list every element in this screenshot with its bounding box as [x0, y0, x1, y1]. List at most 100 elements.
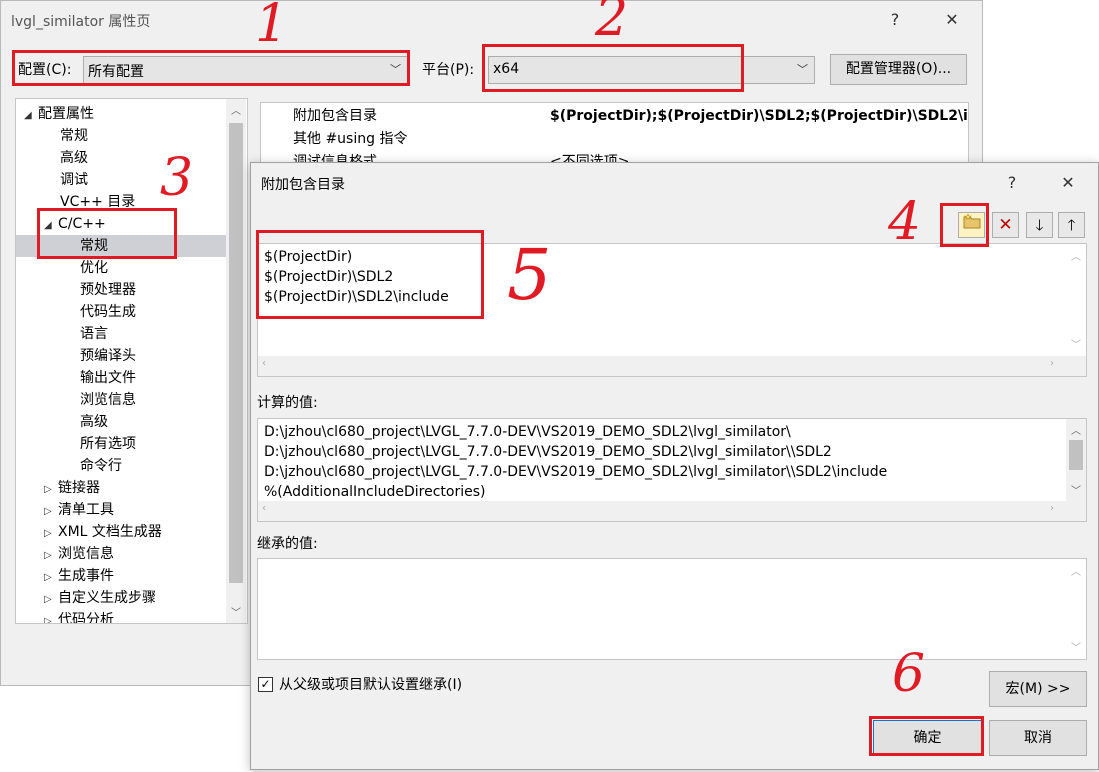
scroll-down-icon[interactable]: ﹀: [1066, 482, 1086, 497]
scroll-up-icon[interactable]: ︿: [1066, 422, 1086, 437]
expand-right-icon[interactable]: ▷: [44, 611, 58, 623]
computed-scrollbar[interactable]: ︿ ﹀: [1066, 419, 1086, 501]
tree-item[interactable]: 代码生成: [16, 301, 226, 323]
annotation-box-4: [940, 203, 989, 247]
macro-button[interactable]: 宏(M) >>: [989, 671, 1087, 707]
property-tree[interactable]: ◢ 配置属性 常规 高级 调试 VC++ 目录 ◢ C/C++ 常规 优化 预处理器 代码生成 语言 预编…: [15, 98, 248, 624]
cancel-button[interactable]: 取消: [989, 720, 1087, 756]
chevron-down-icon: ﹀: [797, 63, 808, 76]
tree-item[interactable]: ▷ 生成事件: [16, 565, 226, 587]
scroll-thumb[interactable]: [1069, 440, 1083, 470]
expand-down-icon[interactable]: ◢: [24, 105, 38, 127]
tree-item[interactable]: 输出文件: [16, 367, 226, 389]
tree-item[interactable]: ▷ 链接器: [16, 477, 226, 499]
tree-scrollbar[interactable]: ︿ ﹀: [226, 99, 246, 623]
inherited-label: 继承的值:: [257, 536, 318, 552]
prop-value: $(ProjectDir);$(ProjectDir)\SDL2;$(Proje…: [550, 108, 968, 124]
inherited-scrollbar[interactable]: ︿ ﹀: [1066, 559, 1086, 659]
tree-item-label: 浏览信息: [58, 546, 114, 562]
tree-item[interactable]: ▷ XML 文档生成器: [16, 521, 226, 543]
scroll-thumb[interactable]: [229, 123, 243, 583]
expand-right-icon[interactable]: ▷: [44, 479, 58, 501]
tree-item[interactable]: ◢ 配置属性: [16, 103, 226, 125]
prop-name: 附加包含目录: [293, 108, 377, 124]
scroll-down-icon[interactable]: ﹀: [226, 604, 246, 619]
tree-item[interactable]: ▷ 浏览信息: [16, 543, 226, 565]
scroll-up-icon[interactable]: ︿: [1066, 248, 1086, 263]
tree-item-label: 代码生成: [80, 304, 136, 320]
inherited-values-box[interactable]: ︿ ﹀: [257, 558, 1087, 660]
scroll-up-icon[interactable]: ︿: [226, 102, 246, 117]
tree-item[interactable]: 调试: [16, 169, 226, 191]
scroll-down-icon[interactable]: ﹀: [1066, 336, 1086, 351]
inherit-checkbox[interactable]: ✓: [258, 677, 273, 692]
help-icon[interactable]: ?: [884, 9, 906, 31]
expand-right-icon[interactable]: ▷: [44, 567, 58, 589]
tree-item-label: 清单工具: [58, 502, 114, 518]
close-icon[interactable]: ✕: [941, 9, 963, 31]
computed-line: %(AdditionalIncludeDirectories): [264, 484, 486, 500]
tree-item-label: 自定义生成步骤: [58, 590, 156, 606]
annotation-number-6: 6: [892, 644, 926, 704]
tree-item-label: 浏览信息: [80, 392, 136, 408]
tree-item-label: 高级: [80, 414, 108, 430]
computed-line: D:\jzhou\cl680_project\LVGL_7.7.0-DEV\VS…: [264, 464, 888, 480]
list-scrollbar[interactable]: ︿ ﹀: [1066, 244, 1086, 356]
scroll-down-icon[interactable]: ﹀: [1066, 639, 1086, 654]
prop-name: 其他 #using 指令: [293, 131, 408, 147]
tree-item[interactable]: ▷ 代码分析: [16, 609, 226, 624]
tree-item[interactable]: 预编译头: [16, 345, 226, 367]
tree-item[interactable]: 预处理器: [16, 279, 226, 301]
tree-item-label: 高级: [60, 150, 88, 166]
expand-right-icon[interactable]: ▷: [44, 501, 58, 523]
computed-values-box[interactable]: D:\jzhou\cl680_project\LVGL_7.7.0-DEV\VS…: [257, 418, 1087, 522]
tree-item-label: 优化: [80, 260, 108, 276]
tree-item-label: 命令行: [80, 458, 122, 474]
tree-item-label: 配置属性: [38, 106, 94, 122]
tree-item[interactable]: 优化: [16, 257, 226, 279]
computed-label: 计算的值:: [257, 395, 318, 411]
move-up-icon[interactable]: 🡑: [1058, 212, 1085, 238]
expand-right-icon[interactable]: ▷: [44, 589, 58, 611]
tree-item-label: 语言: [80, 326, 108, 342]
computed-line: D:\jzhou\cl680_project\LVGL_7.7.0-DEV\VS…: [264, 424, 791, 440]
prop-row-include-dirs[interactable]: 附加包含目录 $(ProjectDir);$(ProjectDir)\SDL2;…: [261, 105, 968, 128]
tree-item[interactable]: 语言: [16, 323, 226, 345]
close-icon[interactable]: ✕: [1057, 172, 1079, 194]
annotation-number-5: 5: [507, 234, 552, 316]
tree-item[interactable]: 命令行: [16, 455, 226, 477]
config-manager-button[interactable]: 配置管理器(O)...: [830, 54, 967, 85]
annotation-box-1: [12, 50, 410, 86]
tree-item-label: 预处理器: [80, 282, 136, 298]
scroll-right-icon[interactable]: ›: [1050, 358, 1054, 369]
delete-icon[interactable]: ✕: [992, 212, 1019, 238]
list-hscrollbar[interactable]: ‹ ›: [258, 356, 1086, 376]
tree-item[interactable]: 浏览信息: [16, 389, 226, 411]
scroll-right-icon[interactable]: ›: [1050, 503, 1054, 514]
tree-item-label: 输出文件: [80, 370, 136, 386]
prop-row-using[interactable]: 其他 #using 指令: [261, 128, 968, 151]
computed-hscrollbar[interactable]: ‹ ›: [258, 501, 1086, 521]
help-icon[interactable]: ?: [1001, 172, 1023, 194]
annotation-number-3: 3: [160, 148, 194, 208]
tree-item-label: 预编译头: [80, 348, 136, 364]
tree-item[interactable]: 所有选项: [16, 433, 226, 455]
tree-item-label: 代码分析: [58, 612, 114, 624]
expand-right-icon[interactable]: ▷: [44, 545, 58, 567]
tree-item[interactable]: 高级: [16, 411, 226, 433]
scroll-left-icon[interactable]: ‹: [262, 503, 266, 514]
tree-item[interactable]: ▷ 自定义生成步骤: [16, 587, 226, 609]
computed-line: D:\jzhou\cl680_project\LVGL_7.7.0-DEV\VS…: [264, 444, 832, 460]
scroll-up-icon[interactable]: ︿: [1066, 563, 1086, 578]
annotation-box-6: [869, 716, 984, 756]
tree-item[interactable]: 高级: [16, 147, 226, 169]
tree-item[interactable]: 常规: [16, 125, 226, 147]
scroll-left-icon[interactable]: ‹: [262, 358, 266, 369]
tree-item-label: 调试: [60, 172, 88, 188]
tree-item[interactable]: ▷ 清单工具: [16, 499, 226, 521]
dialog-title: lvgl_similator 属性页: [11, 14, 151, 30]
tree-item-label: XML 文档生成器: [58, 524, 162, 540]
annotation-number-2: 2: [595, 0, 629, 48]
move-down-icon[interactable]: 🡓: [1026, 212, 1053, 238]
expand-right-icon[interactable]: ▷: [44, 523, 58, 545]
